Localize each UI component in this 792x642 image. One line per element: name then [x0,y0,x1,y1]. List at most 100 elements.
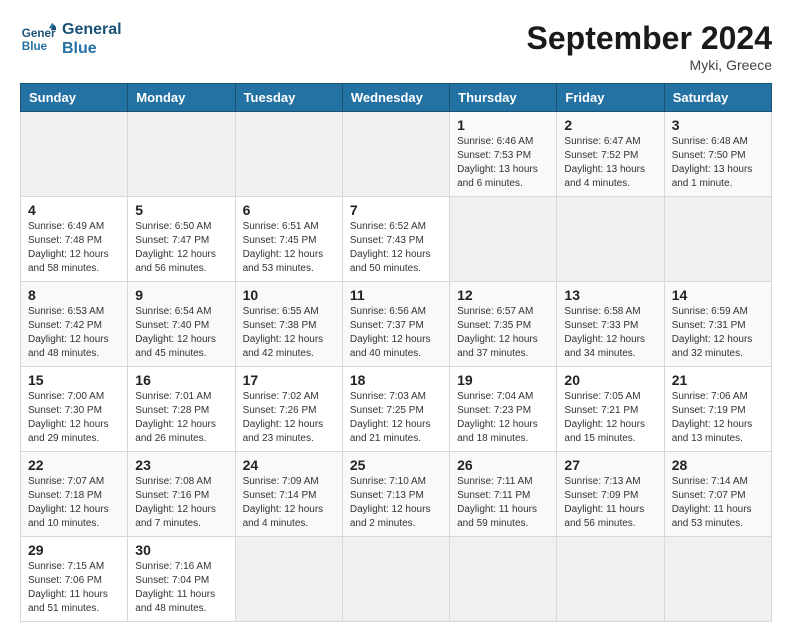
calendar-cell [557,537,664,622]
sunrise-text: Sunrise: 7:13 AMSunset: 7:09 PMDaylight:… [564,476,644,529]
header-cell-tuesday: Tuesday [235,84,342,112]
calendar-cell [342,112,449,197]
day-number: 19 [457,372,549,388]
logo-blue: Blue [62,39,122,58]
calendar-cell: 23 Sunrise: 7:08 AMSunset: 7:16 PMDaylig… [128,452,235,537]
sunrise-text: Sunrise: 7:06 AMSunset: 7:19 PMDaylight:… [672,391,753,444]
calendar-cell [128,112,235,197]
day-number: 17 [243,372,335,388]
calendar-cell [21,112,128,197]
header-cell-sunday: Sunday [21,84,128,112]
day-number: 22 [28,457,120,473]
day-number: 6 [243,202,335,218]
calendar-cell: 6 Sunrise: 6:51 AMSunset: 7:45 PMDayligh… [235,197,342,282]
svg-text:Blue: Blue [22,40,48,53]
sunrise-text: Sunrise: 6:51 AMSunset: 7:45 PMDaylight:… [243,221,324,274]
day-number: 8 [28,287,120,303]
sunrise-text: Sunrise: 6:52 AMSunset: 7:43 PMDaylight:… [350,221,431,274]
calendar-cell: 14 Sunrise: 6:59 AMSunset: 7:31 PMDaylig… [664,282,771,367]
calendar-cell: 16 Sunrise: 7:01 AMSunset: 7:28 PMDaylig… [128,367,235,452]
sunrise-text: Sunrise: 6:49 AMSunset: 7:48 PMDaylight:… [28,221,109,274]
header-cell-wednesday: Wednesday [342,84,449,112]
calendar-cell: 15 Sunrise: 7:00 AMSunset: 7:30 PMDaylig… [21,367,128,452]
calendar-cell: 22 Sunrise: 7:07 AMSunset: 7:18 PMDaylig… [21,452,128,537]
calendar-cell [664,197,771,282]
calendar-cell: 20 Sunrise: 7:05 AMSunset: 7:21 PMDaylig… [557,367,664,452]
calendar-row-2: 8 Sunrise: 6:53 AMSunset: 7:42 PMDayligh… [21,282,772,367]
calendar-row-3: 15 Sunrise: 7:00 AMSunset: 7:30 PMDaylig… [21,367,772,452]
sunrise-text: Sunrise: 7:03 AMSunset: 7:25 PMDaylight:… [350,391,431,444]
sunrise-text: Sunrise: 6:54 AMSunset: 7:40 PMDaylight:… [135,306,216,359]
day-number: 14 [672,287,764,303]
header-cell-thursday: Thursday [450,84,557,112]
logo-icon: General Blue [20,21,56,57]
day-number: 16 [135,372,227,388]
day-number: 1 [457,117,549,133]
sunrise-text: Sunrise: 7:07 AMSunset: 7:18 PMDaylight:… [28,476,109,529]
calendar-cell: 1 Sunrise: 6:46 AMSunset: 7:53 PMDayligh… [450,112,557,197]
calendar-cell: 29 Sunrise: 7:15 AMSunset: 7:06 PMDaylig… [21,537,128,622]
logo-general: General [62,20,122,39]
calendar-cell: 2 Sunrise: 6:47 AMSunset: 7:52 PMDayligh… [557,112,664,197]
sunrise-text: Sunrise: 7:11 AMSunset: 7:11 PMDaylight:… [457,476,537,529]
calendar-cell: 19 Sunrise: 7:04 AMSunset: 7:23 PMDaylig… [450,367,557,452]
calendar-cell [450,197,557,282]
calendar-cell [342,537,449,622]
location: Myki, Greece [527,57,772,73]
sunrise-text: Sunrise: 7:14 AMSunset: 7:07 PMDaylight:… [672,476,752,529]
day-number: 5 [135,202,227,218]
day-number: 24 [243,457,335,473]
day-number: 20 [564,372,656,388]
sunrise-text: Sunrise: 6:46 AMSunset: 7:53 PMDaylight:… [457,136,538,189]
sunrise-text: Sunrise: 7:00 AMSunset: 7:30 PMDaylight:… [28,391,109,444]
calendar-cell: 28 Sunrise: 7:14 AMSunset: 7:07 PMDaylig… [664,452,771,537]
svg-text:General: General [22,27,56,40]
calendar-cell: 26 Sunrise: 7:11 AMSunset: 7:11 PMDaylig… [450,452,557,537]
calendar-row-5: 29 Sunrise: 7:15 AMSunset: 7:06 PMDaylig… [21,537,772,622]
day-number: 2 [564,117,656,133]
calendar-cell [235,112,342,197]
day-number: 7 [350,202,442,218]
page-header: General Blue General Blue September 2024… [20,20,772,73]
header-row: SundayMondayTuesdayWednesdayThursdayFrid… [21,84,772,112]
sunrise-text: Sunrise: 6:48 AMSunset: 7:50 PMDaylight:… [672,136,753,189]
day-number: 29 [28,542,120,558]
day-number: 26 [457,457,549,473]
day-number: 23 [135,457,227,473]
calendar-cell: 11 Sunrise: 6:56 AMSunset: 7:37 PMDaylig… [342,282,449,367]
calendar-cell: 9 Sunrise: 6:54 AMSunset: 7:40 PMDayligh… [128,282,235,367]
calendar-cell: 18 Sunrise: 7:03 AMSunset: 7:25 PMDaylig… [342,367,449,452]
logo: General Blue General Blue [20,20,122,58]
sunrise-text: Sunrise: 6:53 AMSunset: 7:42 PMDaylight:… [28,306,109,359]
day-number: 25 [350,457,442,473]
day-number: 15 [28,372,120,388]
calendar-cell: 17 Sunrise: 7:02 AMSunset: 7:26 PMDaylig… [235,367,342,452]
month-title: September 2024 Myki, Greece [527,20,772,73]
sunrise-text: Sunrise: 6:58 AMSunset: 7:33 PMDaylight:… [564,306,645,359]
day-number: 9 [135,287,227,303]
day-number: 28 [672,457,764,473]
calendar-cell: 27 Sunrise: 7:13 AMSunset: 7:09 PMDaylig… [557,452,664,537]
day-number: 10 [243,287,335,303]
sunrise-text: Sunrise: 6:59 AMSunset: 7:31 PMDaylight:… [672,306,753,359]
header-cell-saturday: Saturday [664,84,771,112]
calendar-cell: 13 Sunrise: 6:58 AMSunset: 7:33 PMDaylig… [557,282,664,367]
sunrise-text: Sunrise: 6:56 AMSunset: 7:37 PMDaylight:… [350,306,431,359]
calendar-cell: 21 Sunrise: 7:06 AMSunset: 7:19 PMDaylig… [664,367,771,452]
sunrise-text: Sunrise: 7:08 AMSunset: 7:16 PMDaylight:… [135,476,216,529]
calendar-cell: 4 Sunrise: 6:49 AMSunset: 7:48 PMDayligh… [21,197,128,282]
sunrise-text: Sunrise: 6:57 AMSunset: 7:35 PMDaylight:… [457,306,538,359]
calendar-cell [450,537,557,622]
calendar-cell [235,537,342,622]
calendar-header: SundayMondayTuesdayWednesdayThursdayFrid… [21,84,772,112]
day-number: 27 [564,457,656,473]
sunrise-text: Sunrise: 6:47 AMSunset: 7:52 PMDaylight:… [564,136,645,189]
calendar-cell: 5 Sunrise: 6:50 AMSunset: 7:47 PMDayligh… [128,197,235,282]
calendar-cell [664,537,771,622]
day-number: 21 [672,372,764,388]
calendar-table: SundayMondayTuesdayWednesdayThursdayFrid… [20,83,772,622]
day-number: 30 [135,542,227,558]
day-number: 3 [672,117,764,133]
calendar-cell: 7 Sunrise: 6:52 AMSunset: 7:43 PMDayligh… [342,197,449,282]
sunrise-text: Sunrise: 7:15 AMSunset: 7:06 PMDaylight:… [28,561,108,614]
